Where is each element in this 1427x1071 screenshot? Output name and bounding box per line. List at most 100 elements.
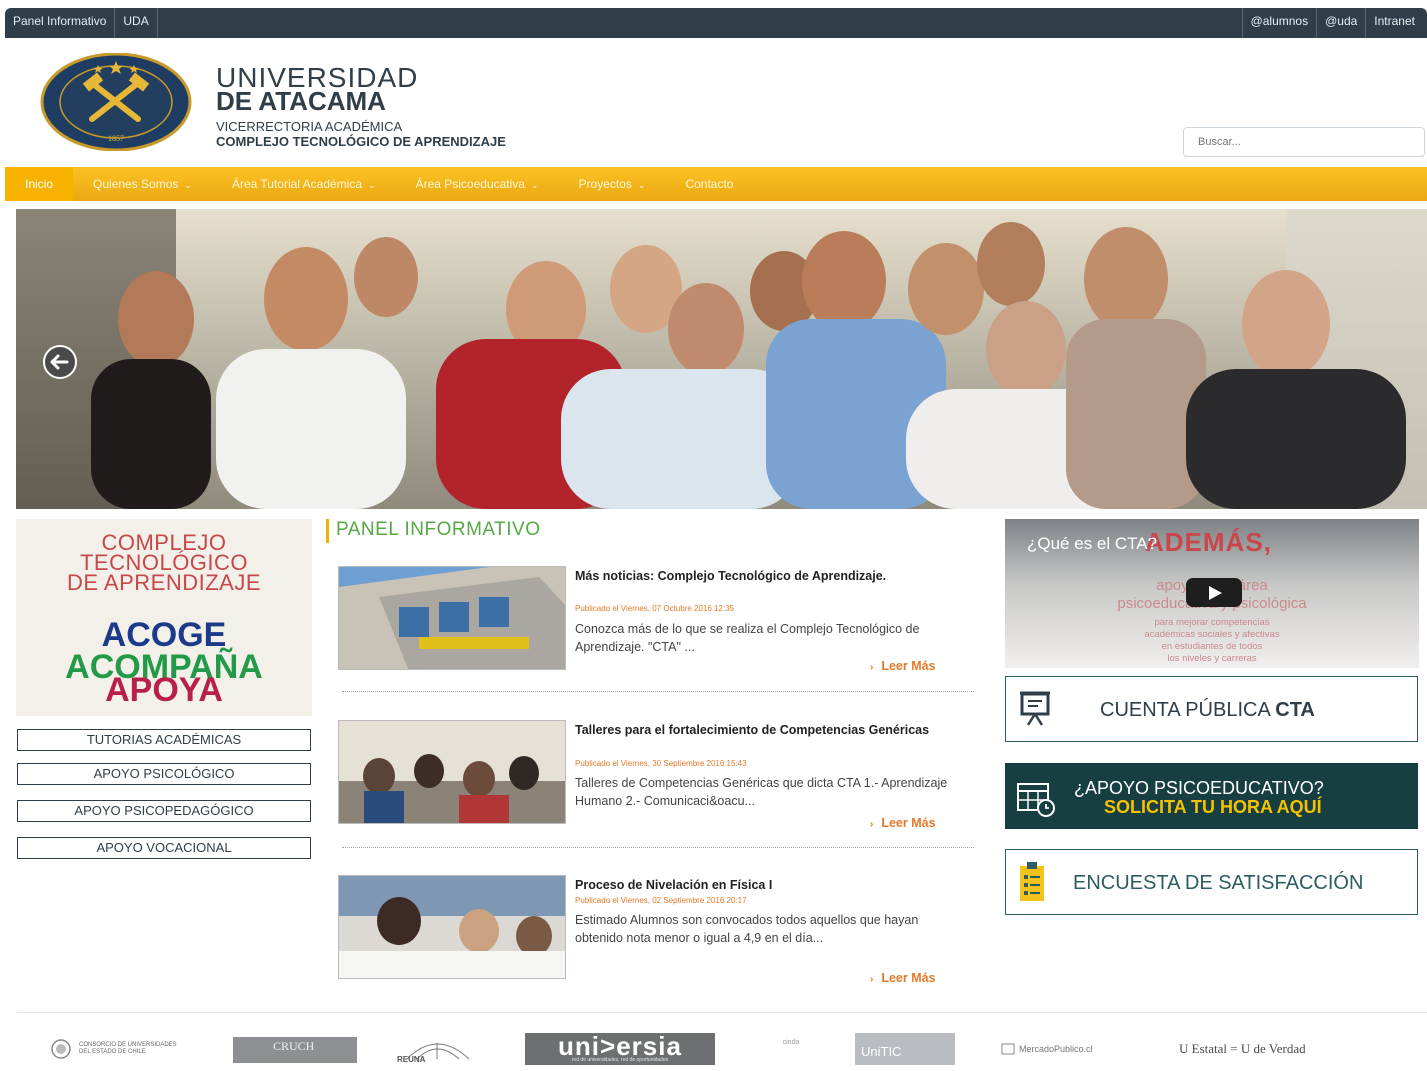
- apoyo-line1: ¿APOYO PSICOEDUCATIVO?: [1074, 778, 1324, 798]
- read-more-link[interactable]: › Leer Más: [870, 816, 936, 830]
- hero-group-photo: [16, 209, 1427, 509]
- cruch-text: CRUCH: [273, 1039, 315, 1053]
- top-bar: Panel Informativo UDA @alumnos @uda Intr…: [5, 8, 1427, 38]
- page: { "topbar": { "left_links": ["Panel Info…: [0, 0, 1427, 1071]
- tutorias-academicas-button[interactable]: TUTORIAS ACADÉMICAS: [17, 729, 311, 751]
- mercadopublico-text: MercadoPublico.cl: [1019, 1044, 1093, 1054]
- main-nav: Inicio Quienes Somos ⌄ Área Tutorial Acad…: [5, 167, 1427, 201]
- encuesta-satisfaccion-button[interactable]: ENCUESTA DE SATISFACCIÓN: [1005, 849, 1418, 915]
- universia-logo[interactable]: uni>ersia red de universidades, red de o…: [525, 1031, 715, 1065]
- reuna-text: REUNA: [397, 1055, 426, 1064]
- read-more-label: Leer Más: [881, 971, 936, 985]
- read-more-label: Leer Más: [881, 659, 936, 673]
- chevron-down-icon: ⌄: [368, 180, 376, 190]
- news-separator: [342, 847, 974, 848]
- video-title[interactable]: ¿Qué es el CTA?: [1027, 534, 1157, 554]
- video-small-line: los niveles y carreras: [1167, 653, 1257, 664]
- cinda-logo[interactable]: cinda: [769, 1039, 813, 1059]
- search-input[interactable]: [1183, 127, 1425, 157]
- university-logo[interactable]: 1857: [40, 52, 192, 152]
- apoyo-psicologico-button[interactable]: APOYO PSICOLÓGICO: [17, 763, 311, 785]
- cuenta-label: CUENTA PÚBLICA: [1100, 699, 1270, 721]
- students-photo: [339, 721, 565, 823]
- video-word: ADEMÁS,: [1145, 527, 1272, 557]
- calendar-clock-icon: [1017, 783, 1055, 817]
- cta-promo-banner[interactable]: COMPLEJO TECNOLÓGICO DE APRENDIZAJE ACOG…: [16, 519, 312, 716]
- read-more-label: Leer Más: [881, 816, 936, 830]
- read-more-link[interactable]: › Leer Más: [870, 971, 936, 985]
- estatal-logo[interactable]: U Estatal = U de Verdad: [1179, 1041, 1306, 1057]
- classroom-photo: [339, 876, 565, 978]
- promo-word-acoge: ACOGE: [101, 616, 227, 654]
- chevron-down-icon: ⌄: [637, 180, 646, 190]
- news-title[interactable]: Más noticias: Complejo Tecnológico de Ap…: [575, 567, 975, 585]
- brand-de-atacama: DE ATACAMA: [216, 86, 386, 116]
- nav-label: Contacto: [685, 177, 734, 191]
- news-date: Publicado el Viernes, 30 Septiembre 2016…: [575, 759, 747, 768]
- nav-item-inicio[interactable]: Inicio: [5, 167, 74, 201]
- unitic-logo[interactable]: UniTIC: [855, 1033, 955, 1065]
- cruch-logo[interactable]: CRUCH: [233, 1037, 357, 1063]
- top-link-uda[interactable]: UDA: [115, 8, 158, 38]
- video-small-line: en estudiantes de todos: [1161, 641, 1263, 652]
- nav-item-area-psicoeducativa[interactable]: Área Psicoeducativa ⌄: [396, 167, 559, 201]
- play-button-icon[interactable]: [1186, 578, 1242, 607]
- university-seal-icon: 1857: [40, 52, 192, 152]
- clipboard-icon: [1020, 862, 1044, 901]
- chevron-down-icon: ⌄: [530, 180, 539, 190]
- mercadopublico-logo[interactable]: MercadoPublico.cl: [1001, 1043, 1141, 1057]
- nav-label: Inicio: [25, 177, 54, 191]
- news-description: Estimado Alumnos son convocados todos aq…: [575, 913, 919, 945]
- promo-title-line: DE APRENDIZAJE: [66, 570, 262, 595]
- hero-slideshow[interactable]: [16, 209, 1427, 509]
- brand-vicerrectoria: VICERRECTORIA ACADÉMICA: [216, 119, 403, 134]
- video-small-line: para mejorar competencias: [1154, 617, 1270, 628]
- video-small: para mejorar competencias académicas soc…: [1005, 617, 1419, 665]
- nav-item-quienes-somos[interactable]: Quienes Somos ⌄: [73, 167, 212, 201]
- news-title[interactable]: Talleres para el fortalecimiento de Comp…: [575, 721, 975, 739]
- news-thumbnail[interactable]: [338, 566, 566, 670]
- chevron-right-icon: ›: [870, 819, 874, 830]
- apoyo-psicopedagogico-button[interactable]: APOYO PSICOPEDAGÓGICO: [17, 800, 311, 822]
- news-thumbnail[interactable]: [338, 875, 566, 979]
- svg-text:1857: 1857: [108, 134, 124, 143]
- mercadopublico-icon: [1001, 1043, 1015, 1055]
- news-thumbnail[interactable]: [338, 720, 566, 824]
- nav-item-area-tutorial[interactable]: Área Tutorial Académica ⌄: [212, 167, 396, 201]
- apoyo-psicoeducativo-button[interactable]: ¿APOYO PSICOEDUCATIVO? SOLICITA TU HORA …: [1005, 763, 1418, 829]
- video-small-line: académicas sociales y afectivas: [1144, 629, 1280, 640]
- consorcio-logo[interactable]: CONSORCIO DE UNIVERSIDADES DEL ESTADO DE…: [49, 1039, 209, 1059]
- nav-label: Área Psicoeducativa: [415, 177, 525, 191]
- apoyo-vocacional-button[interactable]: APOYO VOCACIONAL: [17, 837, 311, 859]
- chevron-right-icon: ›: [870, 662, 874, 673]
- slider-prev-arrow-icon[interactable]: [39, 344, 81, 380]
- cuenta-publica-label: CUENTA PÚBLICA CTA: [1100, 699, 1315, 722]
- reuna-logo[interactable]: REUNA: [397, 1035, 477, 1065]
- top-link-alumnos[interactable]: @alumnos: [1241, 8, 1317, 38]
- promo-word-apoya: APOYA: [105, 671, 223, 709]
- consorcio-text: CONSORCIO DE UNIVERSIDADES DEL ESTADO DE…: [79, 1042, 177, 1056]
- cinda-text: cinda: [782, 1039, 800, 1046]
- building-photo: [339, 567, 565, 669]
- top-link-intranet[interactable]: Intranet: [1365, 8, 1423, 38]
- panel-title: PANEL INFORMATIVO: [336, 519, 541, 540]
- consorcio-line: CONSORCIO DE UNIVERSIDADES: [79, 1042, 177, 1048]
- encuesta-label: ENCUESTA DE SATISFACCIÓN: [1073, 872, 1364, 894]
- partner-logos: CONSORCIO DE UNIVERSIDADES DEL ESTADO DE…: [17, 1012, 1427, 1071]
- cuenta-bold: CTA: [1275, 699, 1315, 721]
- consorcio-line: DEL ESTADO DE CHILE: [79, 1049, 146, 1055]
- nav-item-proyectos[interactable]: Proyectos ⌄: [559, 167, 666, 201]
- presentation-board-icon: [1020, 691, 1050, 726]
- cuenta-publica-button[interactable]: CUENTA PÚBLICA CTA: [1005, 676, 1418, 742]
- news-date: Publicado el Viernes, 07 Octubre 2016 12…: [575, 604, 735, 613]
- universia-subtext: red de universidades, red de oportunidad…: [571, 1057, 669, 1063]
- nav-item-contacto[interactable]: Contacto: [665, 167, 753, 201]
- apoyo-line2: SOLICITA TU HORA AQUÍ: [1104, 797, 1322, 817]
- top-link-panel-informativo[interactable]: Panel Informativo: [5, 8, 116, 38]
- read-more-link[interactable]: › Leer Más: [870, 659, 936, 673]
- top-link-uda-mail[interactable]: @uda: [1316, 8, 1365, 38]
- news-title[interactable]: Proceso de Nivelación en Física I: [575, 876, 975, 894]
- news-description: Talleres de Competencias Genéricas que d…: [575, 776, 948, 808]
- consorcio-seal-icon: [51, 1039, 71, 1059]
- video-embed[interactable]: ADEMÁS, ¿Qué es el CTA? apoyo en el área…: [1005, 519, 1419, 668]
